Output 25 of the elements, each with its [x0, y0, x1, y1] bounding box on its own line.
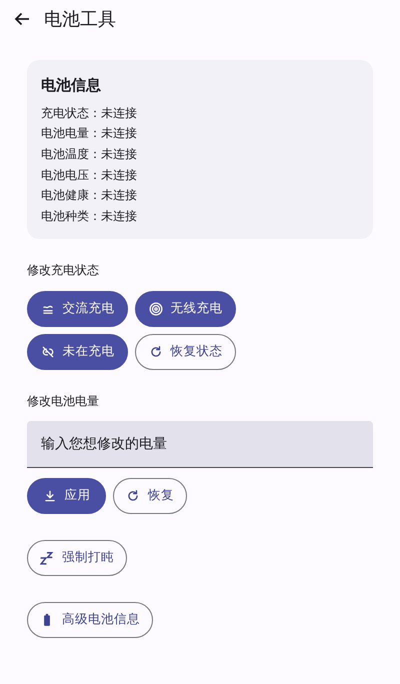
info-label: 电池电量：: [41, 125, 101, 142]
info-value: 未连接: [101, 125, 137, 142]
section-label: 修改电池电量: [27, 392, 100, 410]
info-label: 电池温度：: [41, 146, 101, 163]
pill-button[interactable]: 无线充电: [135, 290, 236, 327]
pill-button[interactable]: 应用: [27, 478, 106, 514]
info-label: 电池健康：: [41, 187, 101, 204]
info-value: 未连接: [101, 104, 137, 122]
input-field[interactable]: 输入您想修改的电量: [27, 420, 373, 468]
section-label: 修改充电状态: [27, 262, 100, 279]
card-title: 电池信息: [41, 75, 102, 96]
info-value: 未连接: [101, 187, 137, 204]
pill-button[interactable]: 强制打盹: [27, 540, 127, 576]
info-value: 未连接: [101, 208, 137, 226]
pill-button[interactable]: 恢复: [113, 478, 187, 514]
pill-button[interactable]: 交流充电: [27, 290, 128, 327]
pill-button[interactable]: 恢复状态: [135, 334, 236, 370]
pill-button[interactable]: 未在充电: [27, 334, 128, 370]
screen-title: 电池工具: [44, 8, 116, 32]
info-label: 充电状态：: [41, 104, 101, 122]
info-value: 未连接: [101, 166, 137, 184]
info-label: 电池种类：: [41, 208, 101, 226]
info-value: 未连接: [101, 146, 137, 163]
pill-button[interactable]: 高级电池信息: [27, 602, 153, 638]
info-label: 电池电压：: [41, 166, 101, 184]
